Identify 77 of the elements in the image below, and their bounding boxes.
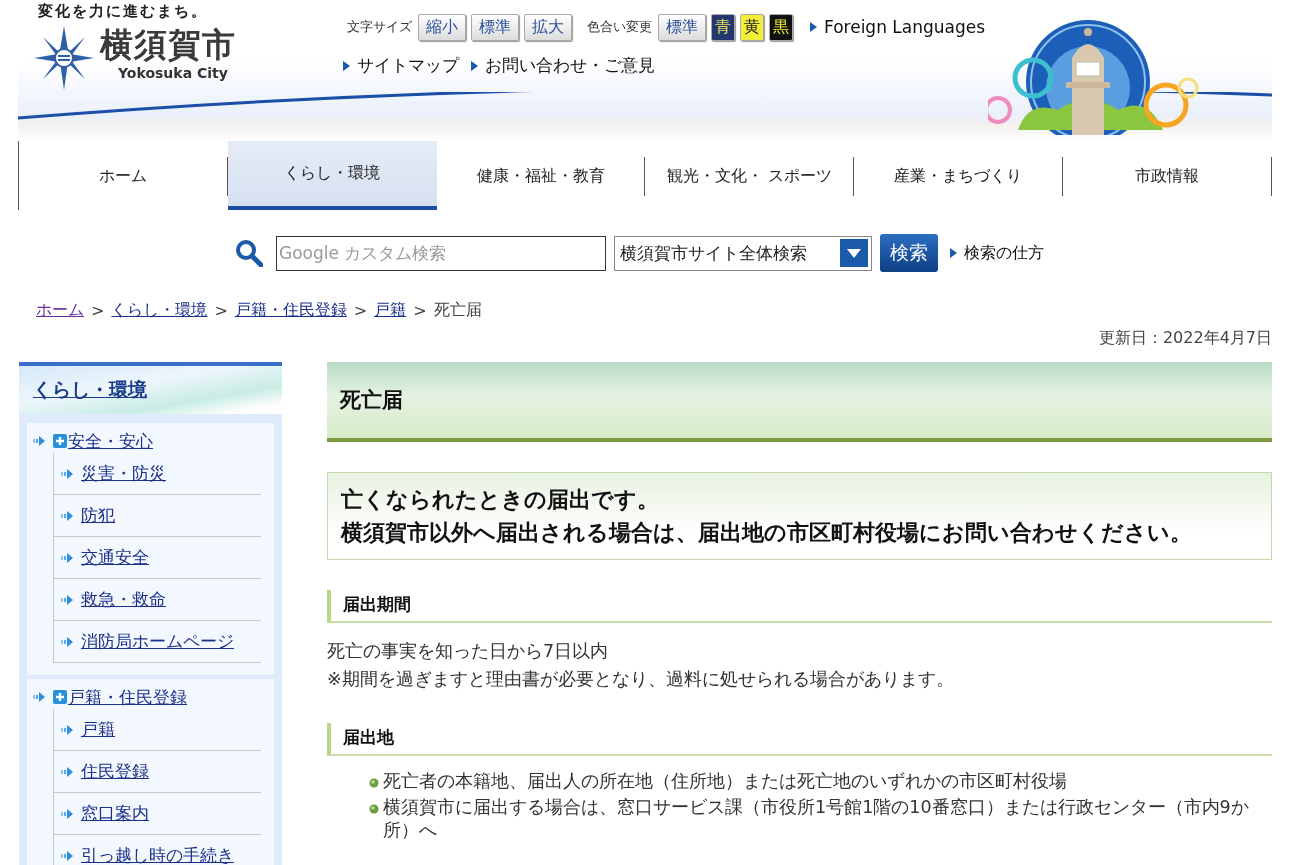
- plus-icon: [53, 434, 67, 448]
- sidebar-item-link[interactable]: 災害・防災: [81, 462, 166, 485]
- color-button[interactable]: 標準: [658, 13, 706, 41]
- sidebar-item-link[interactable]: 戸籍: [81, 718, 115, 741]
- header-link[interactable]: お問い合わせ・ご意見: [485, 54, 655, 77]
- bullet-icon: [369, 778, 379, 788]
- arrow-icon: [33, 436, 45, 446]
- arrow-icon: [61, 766, 73, 777]
- notice-text: 亡くなられたときの届出です。: [341, 486, 660, 514]
- arrow-icon: [61, 468, 73, 479]
- arrow-icon: [61, 594, 73, 605]
- triangle-icon: [950, 248, 957, 258]
- breadcrumb-separator: >: [91, 301, 105, 320]
- sidebar-group-link[interactable]: 戸籍・住民登録: [68, 685, 187, 709]
- sidebar-item-link[interactable]: 交通安全: [81, 546, 149, 569]
- triangle-icon: [810, 22, 817, 32]
- nav-tab[interactable]: 観光・文化・ スポーツ: [645, 157, 855, 196]
- sidebar-item-link[interactable]: 住民登録: [81, 760, 149, 783]
- sidebar-title-link[interactable]: くらし・環境: [33, 377, 147, 403]
- breadcrumb-link[interactable]: 戸籍・住民登録: [234, 300, 347, 321]
- sidebar-item-link[interactable]: 救急・救命: [81, 588, 166, 611]
- arrow-icon: [61, 808, 73, 819]
- arrow-icon: [61, 850, 73, 861]
- body-text: 死亡の事実を知った日から7日以内: [327, 640, 610, 663]
- triangle-icon: [471, 60, 478, 71]
- font-size-button[interactable]: 拡大: [524, 13, 572, 41]
- nav-tab[interactable]: くらし・環境: [227, 141, 437, 210]
- color-change-label: 色合い変更: [587, 18, 652, 36]
- breadcrumb-separator: >: [353, 301, 368, 320]
- arrow-icon: [33, 692, 45, 702]
- notice-text: 横須賀市以外へ届出される場合は、届出地の市区町村役場にお問い合わせください。: [341, 519, 1193, 547]
- sidebar-item-link[interactable]: 窓口案内: [81, 802, 149, 825]
- arrow-icon: [61, 552, 73, 563]
- header-link[interactable]: サイトマップ: [357, 54, 459, 77]
- sidebar-group-link[interactable]: 安全・安心: [68, 429, 153, 453]
- section-heading: 届出期間: [327, 590, 1272, 623]
- city-name-english: Yokosuka City: [118, 64, 229, 82]
- nav-tab[interactable]: 産業・まちづくり: [854, 157, 1064, 196]
- sidebar-item-link[interactable]: 消防局ホームページ: [81, 630, 234, 653]
- tagline: 変化を力に進むまち。: [38, 2, 209, 20]
- section-heading: 届出地: [327, 723, 1272, 756]
- search-field[interactable]: Google カスタム検索: [276, 235, 606, 271]
- breadcrumb-current: 死亡届: [433, 300, 482, 321]
- list-item-text: 横須賀市に届出する場合は、窓口サービス課（市役所1号館1階の10番窓口）または行政センター（市内9か所）へ: [383, 796, 1250, 842]
- sidebar-item-link[interactable]: 引っ越し時の手続き: [81, 844, 234, 865]
- font-size-label: 文字サイズ: [347, 18, 412, 36]
- breadcrumb-link[interactable]: くらし・環境: [111, 300, 208, 321]
- search-icon: [235, 239, 263, 267]
- body-text: ※期間を過ぎますと理由書が必要となり、過料に処せられる場合があります。: [327, 668, 955, 691]
- nav-tab[interactable]: 市政情報: [1063, 157, 1272, 196]
- breadcrumb-separator: >: [413, 301, 427, 320]
- language-link[interactable]: Foreign Languages: [824, 17, 986, 37]
- breadcrumb-link[interactable]: ホーム: [36, 300, 84, 321]
- search-button[interactable]: 検索: [880, 234, 938, 272]
- arrow-icon: [61, 636, 73, 647]
- arrow-icon: [61, 724, 73, 735]
- search-help-link[interactable]: 検索の仕方: [964, 242, 1044, 264]
- triangle-icon: [343, 60, 350, 71]
- color-button[interactable]: 黄: [740, 13, 764, 41]
- breadcrumb-link[interactable]: 戸籍: [374, 300, 407, 321]
- font-size-button[interactable]: 標準: [471, 13, 519, 41]
- nav-tab[interactable]: 健康・福祉・教育: [436, 157, 646, 196]
- emblem-icon: [34, 26, 94, 90]
- sidebar-item-link[interactable]: 防犯: [81, 504, 115, 527]
- bullet-icon: [369, 804, 379, 814]
- page-title: 死亡届: [340, 387, 403, 414]
- font-size-button[interactable]: 縮小: [418, 13, 466, 41]
- list-item-text: 死亡者の本籍地、届出人の所在地（住所地）または死亡地のいずれかの市区町村役場: [383, 770, 1067, 793]
- plus-icon: [53, 690, 67, 704]
- city-name: 横須賀市: [100, 26, 236, 64]
- color-button[interactable]: 黒: [769, 13, 793, 41]
- color-button[interactable]: 青: [711, 13, 735, 41]
- nav-tab[interactable]: ホーム: [19, 157, 228, 196]
- arrow-icon: [61, 510, 73, 521]
- breadcrumb-separator: >: [214, 301, 228, 320]
- updated-date: 更新日：2022年4月7日: [1098, 328, 1272, 349]
- scope-dropdown[interactable]: 横須賀市サイト全体検索: [614, 235, 872, 271]
